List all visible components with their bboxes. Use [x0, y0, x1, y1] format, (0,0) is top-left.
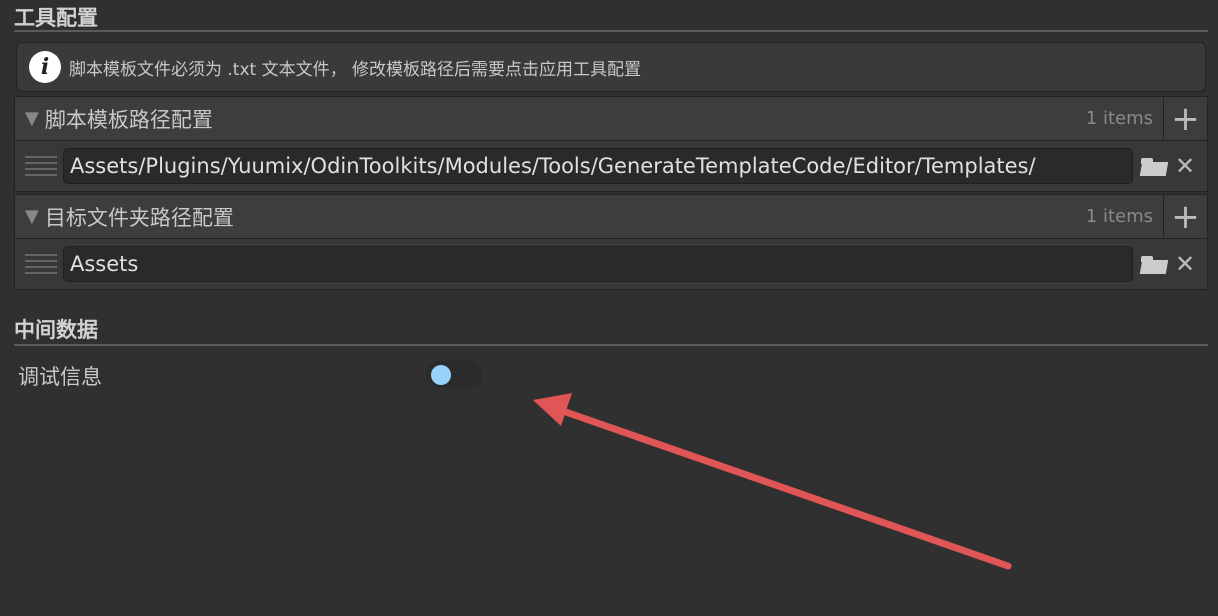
- annotation-arrow: [533, 393, 1012, 570]
